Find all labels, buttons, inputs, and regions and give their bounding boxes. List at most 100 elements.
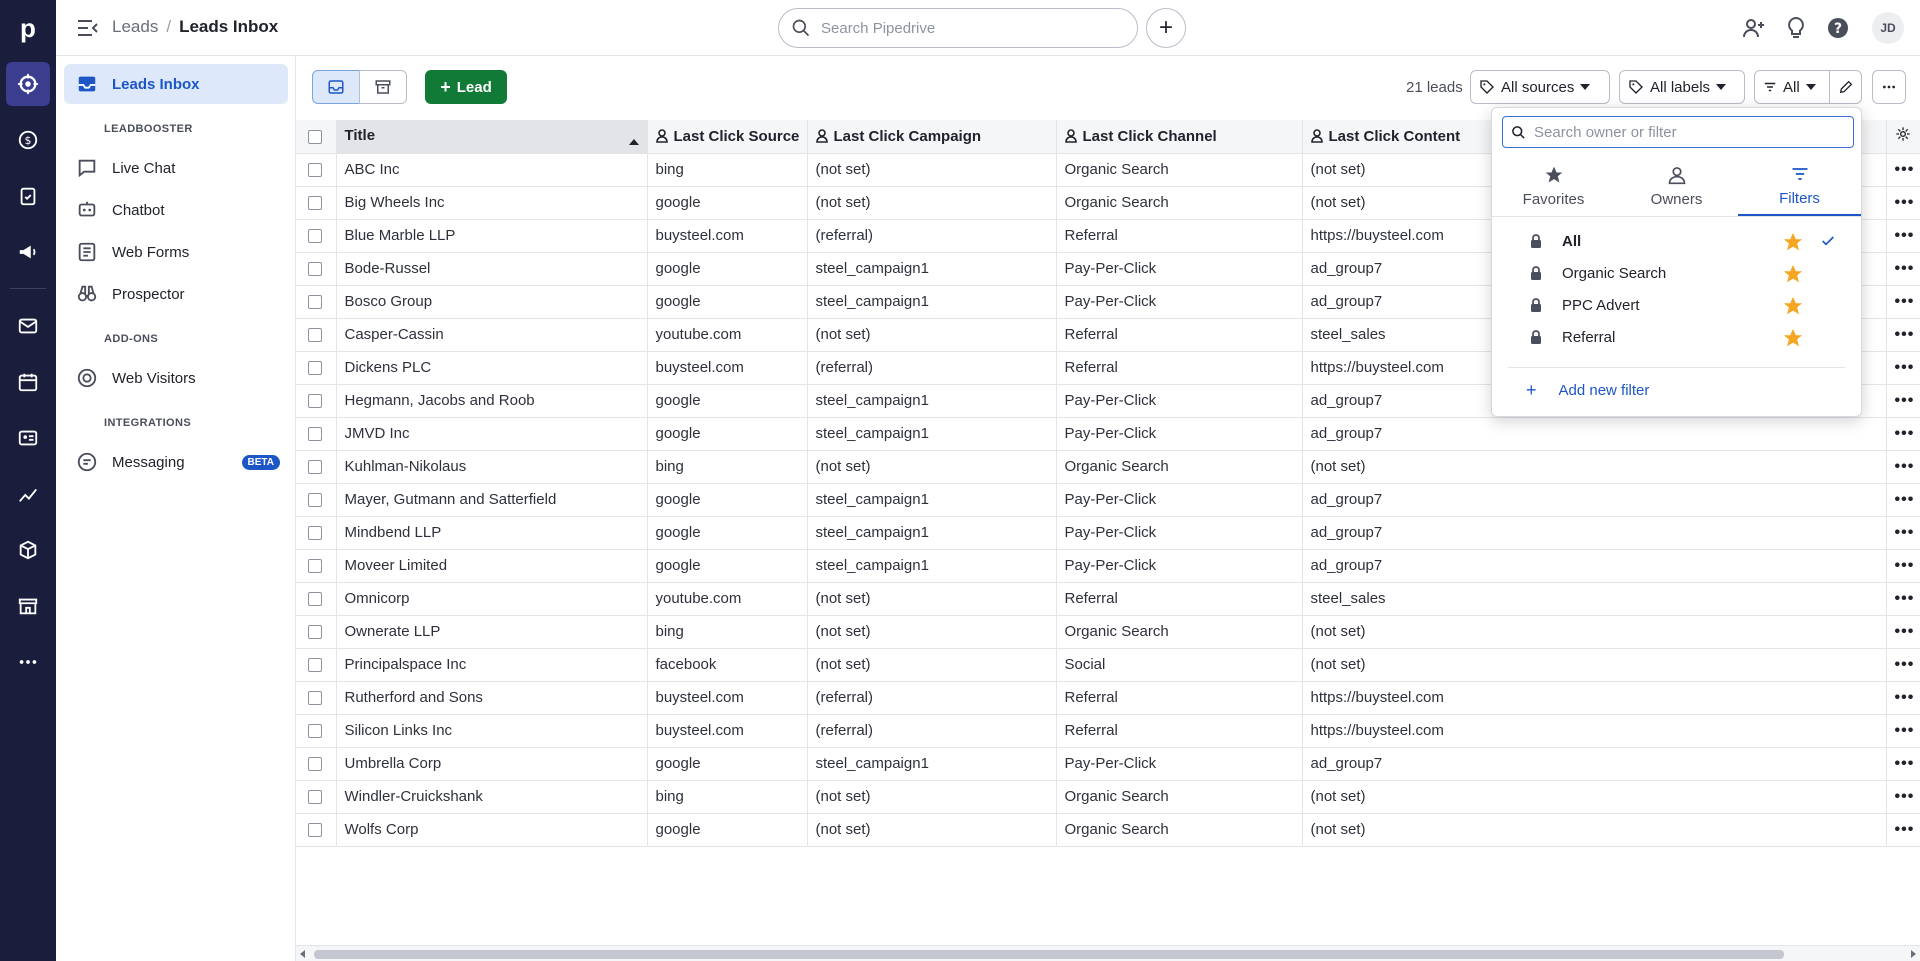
column-header-last-click-channel[interactable]: Last Click Channel [1056,120,1303,154]
row-menu-button[interactable]: ••• [1886,582,1920,616]
lead-title-cell[interactable]: Mindbend LLP [336,516,648,550]
row-checkbox[interactable] [308,823,322,838]
inbox-view-toggle[interactable] [312,70,360,104]
row-checkbox[interactable] [308,262,322,277]
row-menu-button[interactable]: ••• [1886,615,1920,649]
lead-title-cell[interactable]: Wolfs Corp [336,813,648,847]
help-icon[interactable]: ? [1824,14,1852,42]
row-menu-button[interactable]: ••• [1886,714,1920,748]
search-input[interactable] [821,19,1121,37]
table-row[interactable]: Umbrella Corp google steel_campaign1 Pay-Pe… [296,747,1920,781]
table-row[interactable]: Windler-Cruickshank bing (not set) Organic … [296,780,1920,814]
lightbulb-icon[interactable] [1782,14,1810,42]
deals-icon[interactable]: $ [6,118,50,162]
lead-title-cell[interactable]: Big Wheels Inc [336,186,648,220]
table-row[interactable]: Wolfs Corp google (not set) Organic Search(… [296,813,1920,847]
lead-title-cell[interactable]: Silicon Links Inc [336,714,648,748]
lead-title-cell[interactable]: Windler-Cruickshank [336,780,648,814]
sidebar-item-leads-inbox[interactable]: Leads Inbox [64,64,288,104]
table-row[interactable]: Mayer, Gutmann and Satterfield google stee… [296,483,1920,517]
table-row[interactable]: Principalspace Inc facebook (not set) Socia… [296,648,1920,682]
calendar-icon[interactable] [6,360,50,404]
table-row[interactable]: Rutherford and Sons buysteel.com (referral… [296,681,1920,715]
row-menu-button[interactable]: ••• [1886,318,1920,352]
lead-title-cell[interactable]: Moveer Limited [336,549,648,583]
sidebar-item-messaging[interactable]: Messaging BETA [64,442,288,482]
row-checkbox[interactable] [308,427,322,442]
tab-owners[interactable]: Owners [1615,156,1738,216]
row-checkbox[interactable] [308,691,322,706]
pipedrive-logo[interactable]: p [0,0,56,56]
campaigns-icon[interactable] [6,230,50,274]
row-menu-button[interactable]: ••• [1886,813,1920,847]
row-menu-button[interactable]: ••• [1886,450,1920,484]
star-icon[interactable] [1782,231,1804,253]
filter-item[interactable]: Referral [1492,321,1861,353]
row-menu-button[interactable]: ••• [1886,153,1920,187]
insights-icon[interactable] [6,472,50,516]
row-menu-button[interactable]: ••• [1886,780,1920,814]
row-checkbox[interactable] [308,526,322,541]
star-icon[interactable] [1782,263,1804,285]
row-checkbox[interactable] [308,394,322,409]
lead-title-cell[interactable]: Blue Marble LLP [336,219,648,253]
row-checkbox[interactable] [308,757,322,772]
sidebar-item-chatbot[interactable]: Chatbot [64,190,288,230]
row-checkbox[interactable] [308,592,322,607]
row-checkbox[interactable] [308,559,322,574]
row-menu-button[interactable]: ••• [1886,549,1920,583]
lead-title-cell[interactable]: Rutherford and Sons [336,681,648,715]
row-checkbox[interactable] [308,790,322,805]
leads-nav-icon[interactable] [6,62,50,106]
activities-icon[interactable] [6,174,50,218]
row-checkbox[interactable] [308,625,322,640]
table-row[interactable]: Silicon Links Inc buysteel.com (referral) R… [296,714,1920,748]
products-icon[interactable] [6,528,50,572]
table-row[interactable]: Moveer Limited google steel_campaign1 Pay-P… [296,549,1920,583]
row-checkbox[interactable] [308,493,322,508]
column-header-title[interactable]: Title [336,120,648,154]
sidebar-item-prospector[interactable]: Prospector [64,274,288,314]
edit-filter-button[interactable] [1829,70,1862,104]
row-checkbox[interactable] [308,163,322,178]
tab-favorites[interactable]: Favorites [1492,156,1615,216]
row-checkbox[interactable] [308,724,322,739]
row-menu-button[interactable]: ••• [1886,285,1920,319]
lead-title-cell[interactable]: JMVD Inc [336,417,648,451]
filter-dropdown[interactable]: All [1754,70,1830,104]
lead-title-cell[interactable]: Hegmann, Jacobs and Roob [336,384,648,418]
row-menu-button[interactable]: ••• [1886,747,1920,781]
row-menu-button[interactable]: ••• [1886,219,1920,253]
row-checkbox[interactable] [308,196,322,211]
sidebar-item-live-chat[interactable]: Live Chat [64,148,288,188]
star-icon[interactable] [1782,327,1804,349]
row-checkbox[interactable] [308,295,322,310]
lead-title-cell[interactable]: Dickens PLC [336,351,648,385]
row-checkbox[interactable] [308,229,322,244]
row-checkbox[interactable] [308,658,322,673]
table-row[interactable]: Kuhlman-Nikolaus bing (not set) Organic Sea… [296,450,1920,484]
breadcrumb-leads[interactable]: Leads [112,17,158,37]
row-menu-button[interactable]: ••• [1886,351,1920,385]
row-menu-button[interactable]: ••• [1886,186,1920,220]
filter-item[interactable]: PPC Advert [1492,289,1861,321]
lead-title-cell[interactable]: Ownerate LLP [336,615,648,649]
star-icon[interactable] [1782,295,1804,317]
lead-title-cell[interactable]: Mayer, Gutmann and Satterfield [336,483,648,517]
filter-search[interactable] [1502,116,1854,148]
row-checkbox[interactable] [308,328,322,343]
lead-title-cell[interactable]: Bode-Russel [336,252,648,286]
sidebar-item-web-visitors[interactable]: Web Visitors [64,358,288,398]
archive-view-toggle[interactable] [359,70,407,104]
menu-toggle-icon[interactable] [76,17,100,39]
table-row[interactable]: Mindbend LLP google steel_campaign1 Pay-Per… [296,516,1920,550]
contacts-icon[interactable] [6,416,50,460]
scrollbar-thumb[interactable] [314,950,1784,959]
row-menu-button[interactable]: ••• [1886,483,1920,517]
filter-item[interactable]: Organic Search [1492,257,1861,289]
lead-title-cell[interactable]: Casper-Cassin [336,318,648,352]
table-row[interactable]: Ownerate LLP bing (not set) Organic Search(… [296,615,1920,649]
add-lead-button[interactable]: + Lead [425,70,507,104]
column-header-last-click-campaign[interactable]: Last Click Campaign [807,120,1057,154]
column-header-last-click-source[interactable]: Last Click Source [647,120,808,154]
